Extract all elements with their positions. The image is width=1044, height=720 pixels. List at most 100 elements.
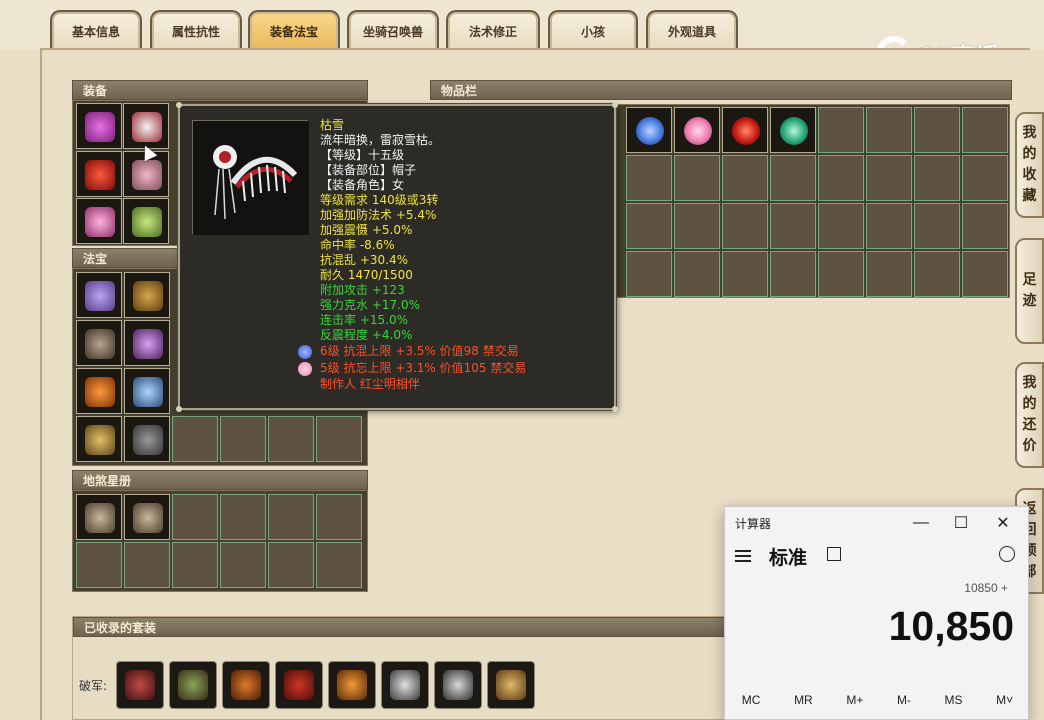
blue-gem-icon <box>298 344 312 359</box>
helmet-icon <box>178 670 208 700</box>
memory-list-button[interactable]: M˅ <box>996 693 1013 707</box>
suit-item-hairpiece[interactable] <box>328 661 376 709</box>
treasure-slot-empty[interactable] <box>316 416 362 462</box>
treasure-slot-1[interactable] <box>76 272 122 318</box>
inventory-slot-empty[interactable] <box>818 155 864 201</box>
maximize-button[interactable]: ☐ <box>941 509 981 537</box>
treasure-slot-3[interactable] <box>76 320 122 366</box>
treasure-slot-8[interactable] <box>124 416 170 462</box>
inventory-slot-empty[interactable] <box>674 203 720 249</box>
star-slot-empty[interactable] <box>316 494 362 540</box>
suit-item-helmet[interactable] <box>169 661 217 709</box>
equip-slot-hat[interactable] <box>123 103 169 149</box>
memory-clear-button[interactable]: MC <box>742 693 761 707</box>
inventory-slot-empty[interactable] <box>722 155 768 201</box>
inventory-slot-empty[interactable] <box>770 203 816 249</box>
tab-child[interactable]: 小孩 <box>548 10 638 50</box>
inventory-slot-empty[interactable] <box>866 251 912 297</box>
inventory-slot-empty[interactable] <box>722 251 768 297</box>
inventory-slot-2[interactable] <box>674 107 720 153</box>
tab-equipment-treasure[interactable]: 装备法宝 <box>248 10 340 50</box>
treasure-slot-7[interactable] <box>76 416 122 462</box>
inventory-slot-1[interactable] <box>626 107 672 153</box>
inventory-slot-empty[interactable] <box>626 203 672 249</box>
inventory-slot-empty[interactable] <box>674 155 720 201</box>
treasure-slot-6[interactable] <box>124 368 170 414</box>
inventory-slot-empty[interactable] <box>818 251 864 297</box>
inventory-slot-empty[interactable] <box>914 203 960 249</box>
star-slot-empty[interactable] <box>316 542 362 588</box>
memory-recall-button[interactable]: MR <box>794 693 813 707</box>
memory-add-button[interactable]: M+ <box>846 693 863 707</box>
inventory-slot-empty[interactable] <box>866 203 912 249</box>
tab-spell-correction[interactable]: 法术修正 <box>446 10 540 50</box>
treasure-slot-4[interactable] <box>124 320 170 366</box>
tab-basic-info[interactable]: 基本信息 <box>50 10 142 50</box>
hamburger-menu-icon[interactable] <box>735 547 751 565</box>
inventory-slot-4[interactable] <box>770 107 816 153</box>
star-slot-empty[interactable] <box>172 494 218 540</box>
keep-on-top-icon[interactable] <box>827 547 841 561</box>
footprints-button[interactable]: 足 迹 <box>1015 238 1044 344</box>
inventory-slot-empty[interactable] <box>770 251 816 297</box>
inventory-slot-empty[interactable] <box>962 251 1008 297</box>
inventory-slot-empty[interactable] <box>626 251 672 297</box>
inventory-slot-empty[interactable] <box>914 155 960 201</box>
star-slot-empty[interactable] <box>220 542 266 588</box>
inventory-slot-empty[interactable] <box>962 203 1008 249</box>
star-slot-empty[interactable] <box>172 542 218 588</box>
scroll-icon <box>133 281 163 311</box>
equip-slot-weapon[interactable] <box>76 103 122 149</box>
equip-slot-belt[interactable] <box>76 198 122 244</box>
inventory-slot-empty[interactable] <box>770 155 816 201</box>
inventory-slot-empty[interactable] <box>818 203 864 249</box>
inventory-slot-empty[interactable] <box>818 107 864 153</box>
inventory-slot-empty[interactable] <box>674 251 720 297</box>
star-slot-empty[interactable] <box>124 542 170 588</box>
inventory-slot-empty[interactable] <box>914 251 960 297</box>
history-icon[interactable] <box>999 546 1015 562</box>
equip-slot-shoes[interactable] <box>123 198 169 244</box>
belt-icon <box>85 207 115 237</box>
suit-item-ring[interactable] <box>381 661 429 709</box>
treasure-slot-2[interactable] <box>124 272 170 318</box>
treasure-slot-empty[interactable] <box>220 416 266 462</box>
memory-subtract-button[interactable]: M- <box>897 693 911 707</box>
inventory-slot-empty[interactable] <box>914 107 960 153</box>
inventory-slot-empty[interactable] <box>962 155 1008 201</box>
inventory-slot-3[interactable] <box>722 107 768 153</box>
my-counter-offers-button[interactable]: 我 的 还 价 <box>1015 362 1044 468</box>
suit-item-robe[interactable] <box>275 661 323 709</box>
suit-item-necklace[interactable] <box>222 661 270 709</box>
tab-appearance-items[interactable]: 外观道具 <box>646 10 738 50</box>
star-slot-empty[interactable] <box>76 542 122 588</box>
tab-label: 小孩 <box>580 24 605 39</box>
treasure-slot-5[interactable] <box>76 368 122 414</box>
minimize-button[interactable]: — <box>901 509 941 537</box>
red-ruby-icon <box>732 117 760 145</box>
suit-item-armor[interactable] <box>116 661 164 709</box>
star-card-2[interactable] <box>124 494 170 540</box>
item-maker: 制作人 红尘明相伴 <box>320 377 420 391</box>
star-slot-empty[interactable] <box>268 494 314 540</box>
tab-attributes[interactable]: 属性抗性 <box>150 10 242 50</box>
star-slot-empty[interactable] <box>220 494 266 540</box>
suit-item-bracelet[interactable] <box>434 661 482 709</box>
star-slot-empty[interactable] <box>268 542 314 588</box>
inventory-slot-empty[interactable] <box>962 107 1008 153</box>
inventory-title: 物品栏 <box>441 84 478 98</box>
treasure-slot-empty[interactable] <box>268 416 314 462</box>
memory-store-button[interactable]: MS <box>945 693 963 707</box>
my-favorites-button[interactable]: 我 的 收 藏 <box>1015 112 1044 218</box>
inventory-slot-empty[interactable] <box>866 155 912 201</box>
treasure-slot-empty[interactable] <box>172 416 218 462</box>
suit-item-belt[interactable] <box>487 661 535 709</box>
inventory-slot-empty[interactable] <box>866 107 912 153</box>
star-card-1[interactable] <box>76 494 122 540</box>
equip-slot-necklace[interactable] <box>76 151 122 197</box>
inventory-slot-empty[interactable] <box>722 203 768 249</box>
close-button[interactable]: ✕ <box>983 509 1023 537</box>
book-icon <box>85 329 115 359</box>
inventory-slot-empty[interactable] <box>626 155 672 201</box>
tab-mounts-pets[interactable]: 坐骑召唤兽 <box>347 10 439 50</box>
